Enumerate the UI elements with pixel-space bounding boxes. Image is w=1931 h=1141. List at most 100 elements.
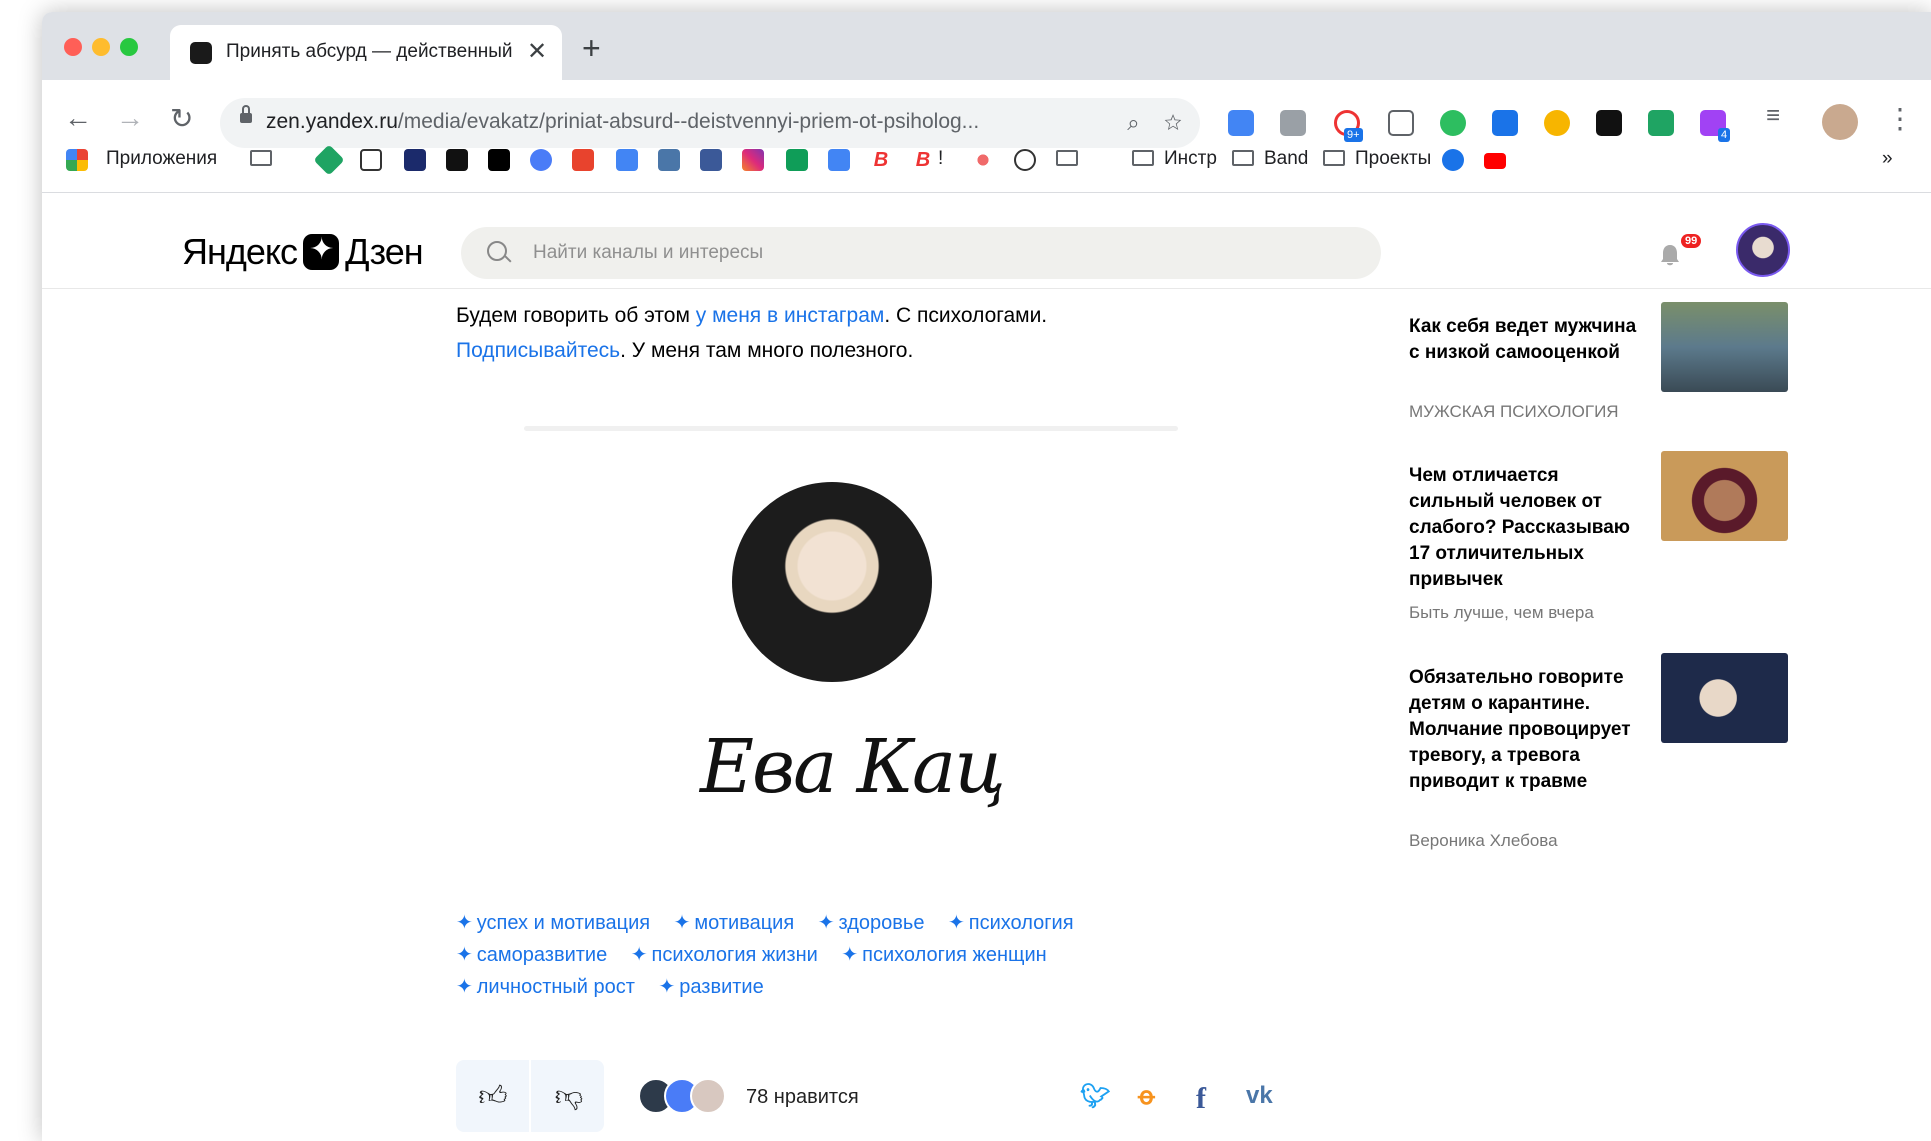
bookmark-apps[interactable]: Приложения	[106, 148, 217, 170]
bookmark-translate-icon[interactable]	[616, 149, 638, 171]
browser-tab-active[interactable]: Принять абсурд — действенный прием от пс…	[170, 25, 562, 80]
bookmark-folder-projects[interactable]: Проекты	[1323, 148, 1431, 170]
folder-icon[interactable]	[250, 148, 282, 170]
twitter-share-icon[interactable]: 🐦︎	[1080, 1082, 1110, 1111]
tag-label: психология	[968, 912, 1074, 934]
media-icon[interactable]: ≡	[1766, 102, 1780, 130]
bookmark-instagram-icon[interactable]	[742, 149, 764, 171]
recommendation-thumbnail[interactable]	[1661, 302, 1788, 392]
close-icon[interactable]: ✕	[527, 37, 547, 66]
recommendation-source[interactable]: Быть лучше, чем вчера	[1409, 603, 1594, 623]
bookmark-z-icon[interactable]	[572, 149, 594, 171]
profile-avatar[interactable]	[1822, 104, 1858, 140]
recommendation-source[interactable]: Вероника Хлебова	[1409, 831, 1558, 851]
code-extension-icon[interactable]	[1280, 110, 1306, 136]
tag-item[interactable]: ✦ здоровье	[818, 907, 925, 939]
facebook-share-icon[interactable]: f	[1196, 1082, 1206, 1116]
bookmark-b-icon[interactable]: B	[870, 149, 892, 171]
bookmark-grid-icon[interactable]	[404, 149, 426, 171]
maximize-window-button[interactable]	[120, 38, 138, 56]
recommendation-thumbnail[interactable]	[1661, 653, 1788, 743]
tag-item[interactable]: ✦ успех и мотивация	[456, 907, 650, 939]
menu-kebab-icon[interactable]: ⋮	[1886, 102, 1914, 135]
tag-item[interactable]: ✦ психология женщин	[841, 939, 1046, 971]
subscribe-link[interactable]: Подписывайтесь	[456, 339, 620, 362]
likes-count: 78 нравится	[746, 1086, 859, 1108]
url-text[interactable]: zen.yandex.ru/media/evakatz/priniat-absu…	[266, 110, 979, 134]
bookmarks-overflow-button[interactable]: »	[1882, 148, 1893, 170]
bookmark-zen-icon[interactable]	[446, 149, 468, 171]
bookmark-facebook-icon[interactable]	[700, 149, 722, 171]
like-button[interactable]: 👍︎	[456, 1060, 530, 1132]
close-window-button[interactable]	[64, 38, 82, 56]
reload-icon[interactable]: ↻	[170, 102, 193, 135]
tag-item[interactable]: ✦ личностный рост	[456, 971, 635, 1003]
tag-item[interactable]: ✦ саморазвитие	[456, 939, 607, 971]
p1-text-b: . С психологами.	[884, 304, 1048, 327]
translate-extension-icon[interactable]	[1228, 110, 1254, 136]
folder-icon-2[interactable]	[1056, 148, 1088, 170]
recommendation-thumbnail[interactable]	[1661, 451, 1788, 541]
recommendation-source[interactable]: МУЖСКАЯ ПСИХОЛОГИЯ	[1409, 402, 1619, 422]
omnibox-actions: ⌕ ☆	[1127, 110, 1182, 136]
bookmark-medium-icon[interactable]	[488, 149, 510, 171]
tag-item[interactable]: ✦ психология	[948, 907, 1074, 939]
bookmark-vk-icon[interactable]	[658, 149, 680, 171]
tag-item[interactable]: ✦ мотивация	[674, 907, 795, 939]
odnoklassniki-share-icon[interactable]: ꝋ	[1138, 1082, 1155, 1111]
bookmark-phi-icon[interactable]	[530, 149, 552, 171]
zoom-icon[interactable]: ⌕	[1127, 110, 1139, 135]
recommendation-title[interactable]: Чем отличается сильный человек от слабог…	[1409, 463, 1641, 593]
bookmark-green-icon[interactable]	[313, 144, 345, 176]
key-extension-icon[interactable]	[1492, 110, 1518, 136]
bell-icon[interactable]	[1659, 243, 1681, 267]
sparkle-icon: ✦	[456, 976, 473, 998]
evernote-extension-icon[interactable]	[1440, 110, 1466, 136]
recommendation-title[interactable]: Обязательно говорите детям о карантине. …	[1409, 665, 1641, 795]
bookmark-b2-icon[interactable]: B	[912, 149, 934, 171]
bookmark-sheets-icon[interactable]	[786, 149, 808, 171]
thumbs-up-extension-icon[interactable]	[1388, 110, 1414, 136]
search-icon	[487, 241, 507, 261]
notion-extension-icon[interactable]	[1596, 110, 1622, 136]
bookmark-asana-icon[interactable]	[972, 149, 994, 171]
bookmark-youtube-icon[interactable]	[1484, 153, 1506, 169]
bookmark-t-icon[interactable]	[1014, 149, 1036, 171]
instagram-link[interactable]: у меня в инстаграм	[696, 304, 885, 327]
tag-label: мотивация	[694, 912, 795, 934]
bookmark-folder-band[interactable]: Band	[1232, 148, 1308, 170]
bookmark-folder-instr-label: Инстр	[1164, 148, 1217, 169]
apps-grid-icon[interactable]	[66, 149, 88, 171]
bookmark-docs-icon[interactable]	[828, 149, 850, 171]
zen-logo[interactable]: Яндекс Дзен	[182, 231, 424, 273]
minimize-window-button[interactable]	[92, 38, 110, 56]
vk-share-icon[interactable]: vk	[1246, 1082, 1273, 1110]
star-icon[interactable]: ☆	[1164, 110, 1182, 135]
recommendation-title[interactable]: Как себя ведет мужчина с низкой самооцен…	[1409, 314, 1641, 366]
tag-item[interactable]: ✦ развитие	[658, 971, 763, 1003]
forward-icon[interactable]: →	[116, 102, 144, 134]
dislike-button[interactable]: 👎︎	[532, 1060, 606, 1132]
url-path: /media/evakatz/priniat-absurd--deistvenn…	[397, 110, 980, 133]
back-icon[interactable]: ←	[64, 102, 92, 134]
zen-header: Яндекс Дзен Найти каналы и интересы 99	[42, 193, 1931, 289]
tag-item[interactable]: ✦ психология жизни	[631, 939, 818, 971]
zen-favicon-icon	[190, 42, 212, 64]
avatar	[690, 1078, 726, 1114]
ring-extension-icon[interactable]	[1544, 110, 1570, 136]
search-input[interactable]: Найти каналы и интересы	[461, 227, 1381, 279]
bookmark-exclamation[interactable]: !	[938, 148, 943, 170]
logo-right: Дзен	[345, 231, 424, 272]
bookmark-folder-instr[interactable]: Инстр	[1132, 148, 1217, 170]
search-placeholder: Найти каналы и интересы	[533, 242, 764, 263]
bookmark-pause-icon[interactable]	[360, 149, 382, 171]
screen-extension-icon[interactable]	[1648, 110, 1674, 136]
bookmark-key-icon[interactable]	[1442, 149, 1464, 171]
user-avatar[interactable]	[1736, 223, 1790, 277]
lock-icon	[240, 105, 252, 123]
reaction-buttons: 👍︎ 👎︎	[456, 1060, 604, 1132]
thumbs-down-icon: 👎︎	[554, 1080, 584, 1111]
new-tab-button[interactable]: +	[582, 32, 601, 64]
tag-label: успех и мотивация	[476, 912, 651, 934]
tab-title: Принять абсурд — действенный прием от пс…	[226, 41, 516, 62]
